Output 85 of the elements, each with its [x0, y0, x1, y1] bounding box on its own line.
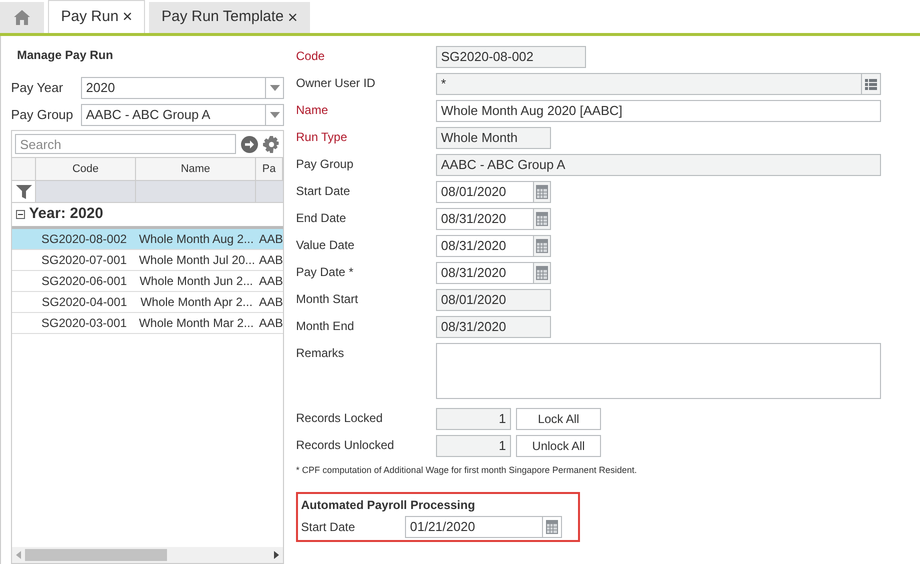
- home-tab[interactable]: [0, 2, 44, 33]
- table-cell-text: AAB: [258, 315, 283, 332]
- field-label: End Date: [296, 210, 348, 227]
- table-cell-text: Whole Month Mar 2...: [138, 315, 253, 332]
- settings-icon[interactable]: [263, 136, 280, 152]
- field-label: Pay Date *: [296, 264, 354, 281]
- count-field: 1: [436, 408, 511, 430]
- read-only-field: AABC - ABC Group A: [436, 154, 881, 176]
- dropdown[interactable]: AABC - ABC Group A: [81, 104, 284, 126]
- grid-row[interactable]: SG2020-08-002 Whole Month Aug 2... AAB: [12, 229, 283, 250]
- field-label: Pay Group: [296, 156, 354, 173]
- close-icon[interactable]: ×: [122, 4, 132, 30]
- field-label: Month End: [296, 318, 356, 335]
- field-label: Value Date: [296, 237, 356, 254]
- field-label: Name: [296, 102, 330, 119]
- read-only-field: 08/01/2020: [436, 289, 551, 311]
- calendar-icon[interactable]: [535, 184, 549, 200]
- group-heading: Year: 2020: [29, 204, 104, 224]
- table-cell-text: SG2020-04-001: [40, 294, 128, 311]
- horizontal-scrollbar[interactable]: [12, 547, 283, 563]
- calendar-icon[interactable]: [545, 518, 559, 534]
- table-cell-text: AAB: [258, 252, 283, 269]
- read-only-field: 08/31/2020: [436, 316, 551, 338]
- field-label: Records Locked: [296, 410, 384, 427]
- name-field[interactable]: Whole Month Aug 2020 [AABC]: [436, 100, 881, 122]
- date-field[interactable]: 01/21/2020: [405, 516, 562, 538]
- table-cell-text: SG2020-06-001: [40, 273, 128, 290]
- tab-label[interactable]: Pay Run Template: [161, 6, 284, 29]
- filter-cell[interactable]: [136, 181, 256, 202]
- tab-label[interactable]: Pay Run: [61, 6, 119, 28]
- field-label: Remarks: [296, 345, 346, 362]
- count-field: 1: [436, 435, 511, 457]
- lock-button[interactable]: Lock All: [516, 408, 601, 430]
- search-field[interactable]: Search: [15, 134, 236, 154]
- caret-icon: [270, 112, 280, 118]
- table-cell-text: SG2020-07-001: [40, 252, 128, 269]
- scroll-left-icon[interactable]: [16, 551, 21, 559]
- table-cell-text: Whole Month Jul 20...: [138, 252, 253, 269]
- calendar-icon[interactable]: [535, 238, 549, 254]
- date-field[interactable]: 08/31/2020: [436, 235, 551, 257]
- lock-button[interactable]: Unlock All: [516, 435, 601, 457]
- footnote: * CPF computation of Additional Wage for first month Singapore Permanent Resident.: [296, 464, 638, 477]
- close-icon[interactable]: ×: [288, 4, 298, 30]
- filter-label: Pay Year: [11, 78, 64, 97]
- read-only-field: SG2020-08-002: [436, 46, 586, 68]
- page-title: Manage Pay Run: [17, 47, 114, 64]
- date-field[interactable]: 08/31/2020: [436, 262, 551, 284]
- table-cell-text: SG2020-08-002: [40, 231, 128, 248]
- table-cell-text: Whole Month Aug 2...: [138, 231, 253, 248]
- table-cell-text: AAB: [258, 273, 283, 290]
- filter-icon[interactable]: [16, 184, 32, 198]
- column-header[interactable]: Code: [36, 158, 136, 180]
- field-label: Start Date: [301, 518, 356, 536]
- table-cell-text: Whole Month Jun 2...: [138, 273, 253, 290]
- read-only-field: Whole Month: [436, 127, 551, 149]
- filter-label: Pay Group: [11, 106, 74, 124]
- column-header[interactable]: Name: [136, 158, 256, 180]
- section-heading: Automated Payroll Processing: [301, 496, 476, 514]
- scroll-right-icon[interactable]: [274, 551, 279, 559]
- column-header[interactable]: Pa: [256, 158, 283, 180]
- dropdown[interactable]: 2020: [81, 76, 284, 98]
- field-label: Records Unlocked: [296, 437, 396, 454]
- field-label: Owner User ID: [296, 75, 376, 92]
- caret-icon: [270, 84, 280, 90]
- field-label: Run Type: [296, 129, 348, 146]
- table-cell-text: Whole Month Apr 2...: [139, 294, 253, 311]
- filter-cell[interactable]: [256, 181, 283, 202]
- date-field[interactable]: 08/01/2020: [436, 181, 551, 203]
- calendar-icon[interactable]: [535, 211, 549, 227]
- calendar-icon[interactable]: [535, 265, 549, 281]
- collapse-icon[interactable]: [16, 210, 25, 219]
- remarks-field[interactable]: [436, 343, 881, 399]
- home-icon: [14, 10, 30, 25]
- table-cell-text: AAB: [258, 231, 283, 248]
- filter-cell[interactable]: [36, 181, 136, 202]
- table-cell-text: SG2020-03-001: [40, 315, 128, 332]
- field-label: Start Date: [296, 183, 352, 200]
- date-field[interactable]: 08/31/2020: [436, 208, 551, 230]
- field-label: Code: [296, 48, 326, 65]
- lookup-field[interactable]: *: [436, 73, 881, 95]
- tab[interactable]: Pay Run ×: [48, 0, 146, 33]
- table-cell-text: AAB: [258, 294, 283, 311]
- field-label: Month Start: [296, 291, 360, 308]
- list-icon: [865, 78, 877, 90]
- tab[interactable]: Pay Run Template ×: [149, 2, 310, 33]
